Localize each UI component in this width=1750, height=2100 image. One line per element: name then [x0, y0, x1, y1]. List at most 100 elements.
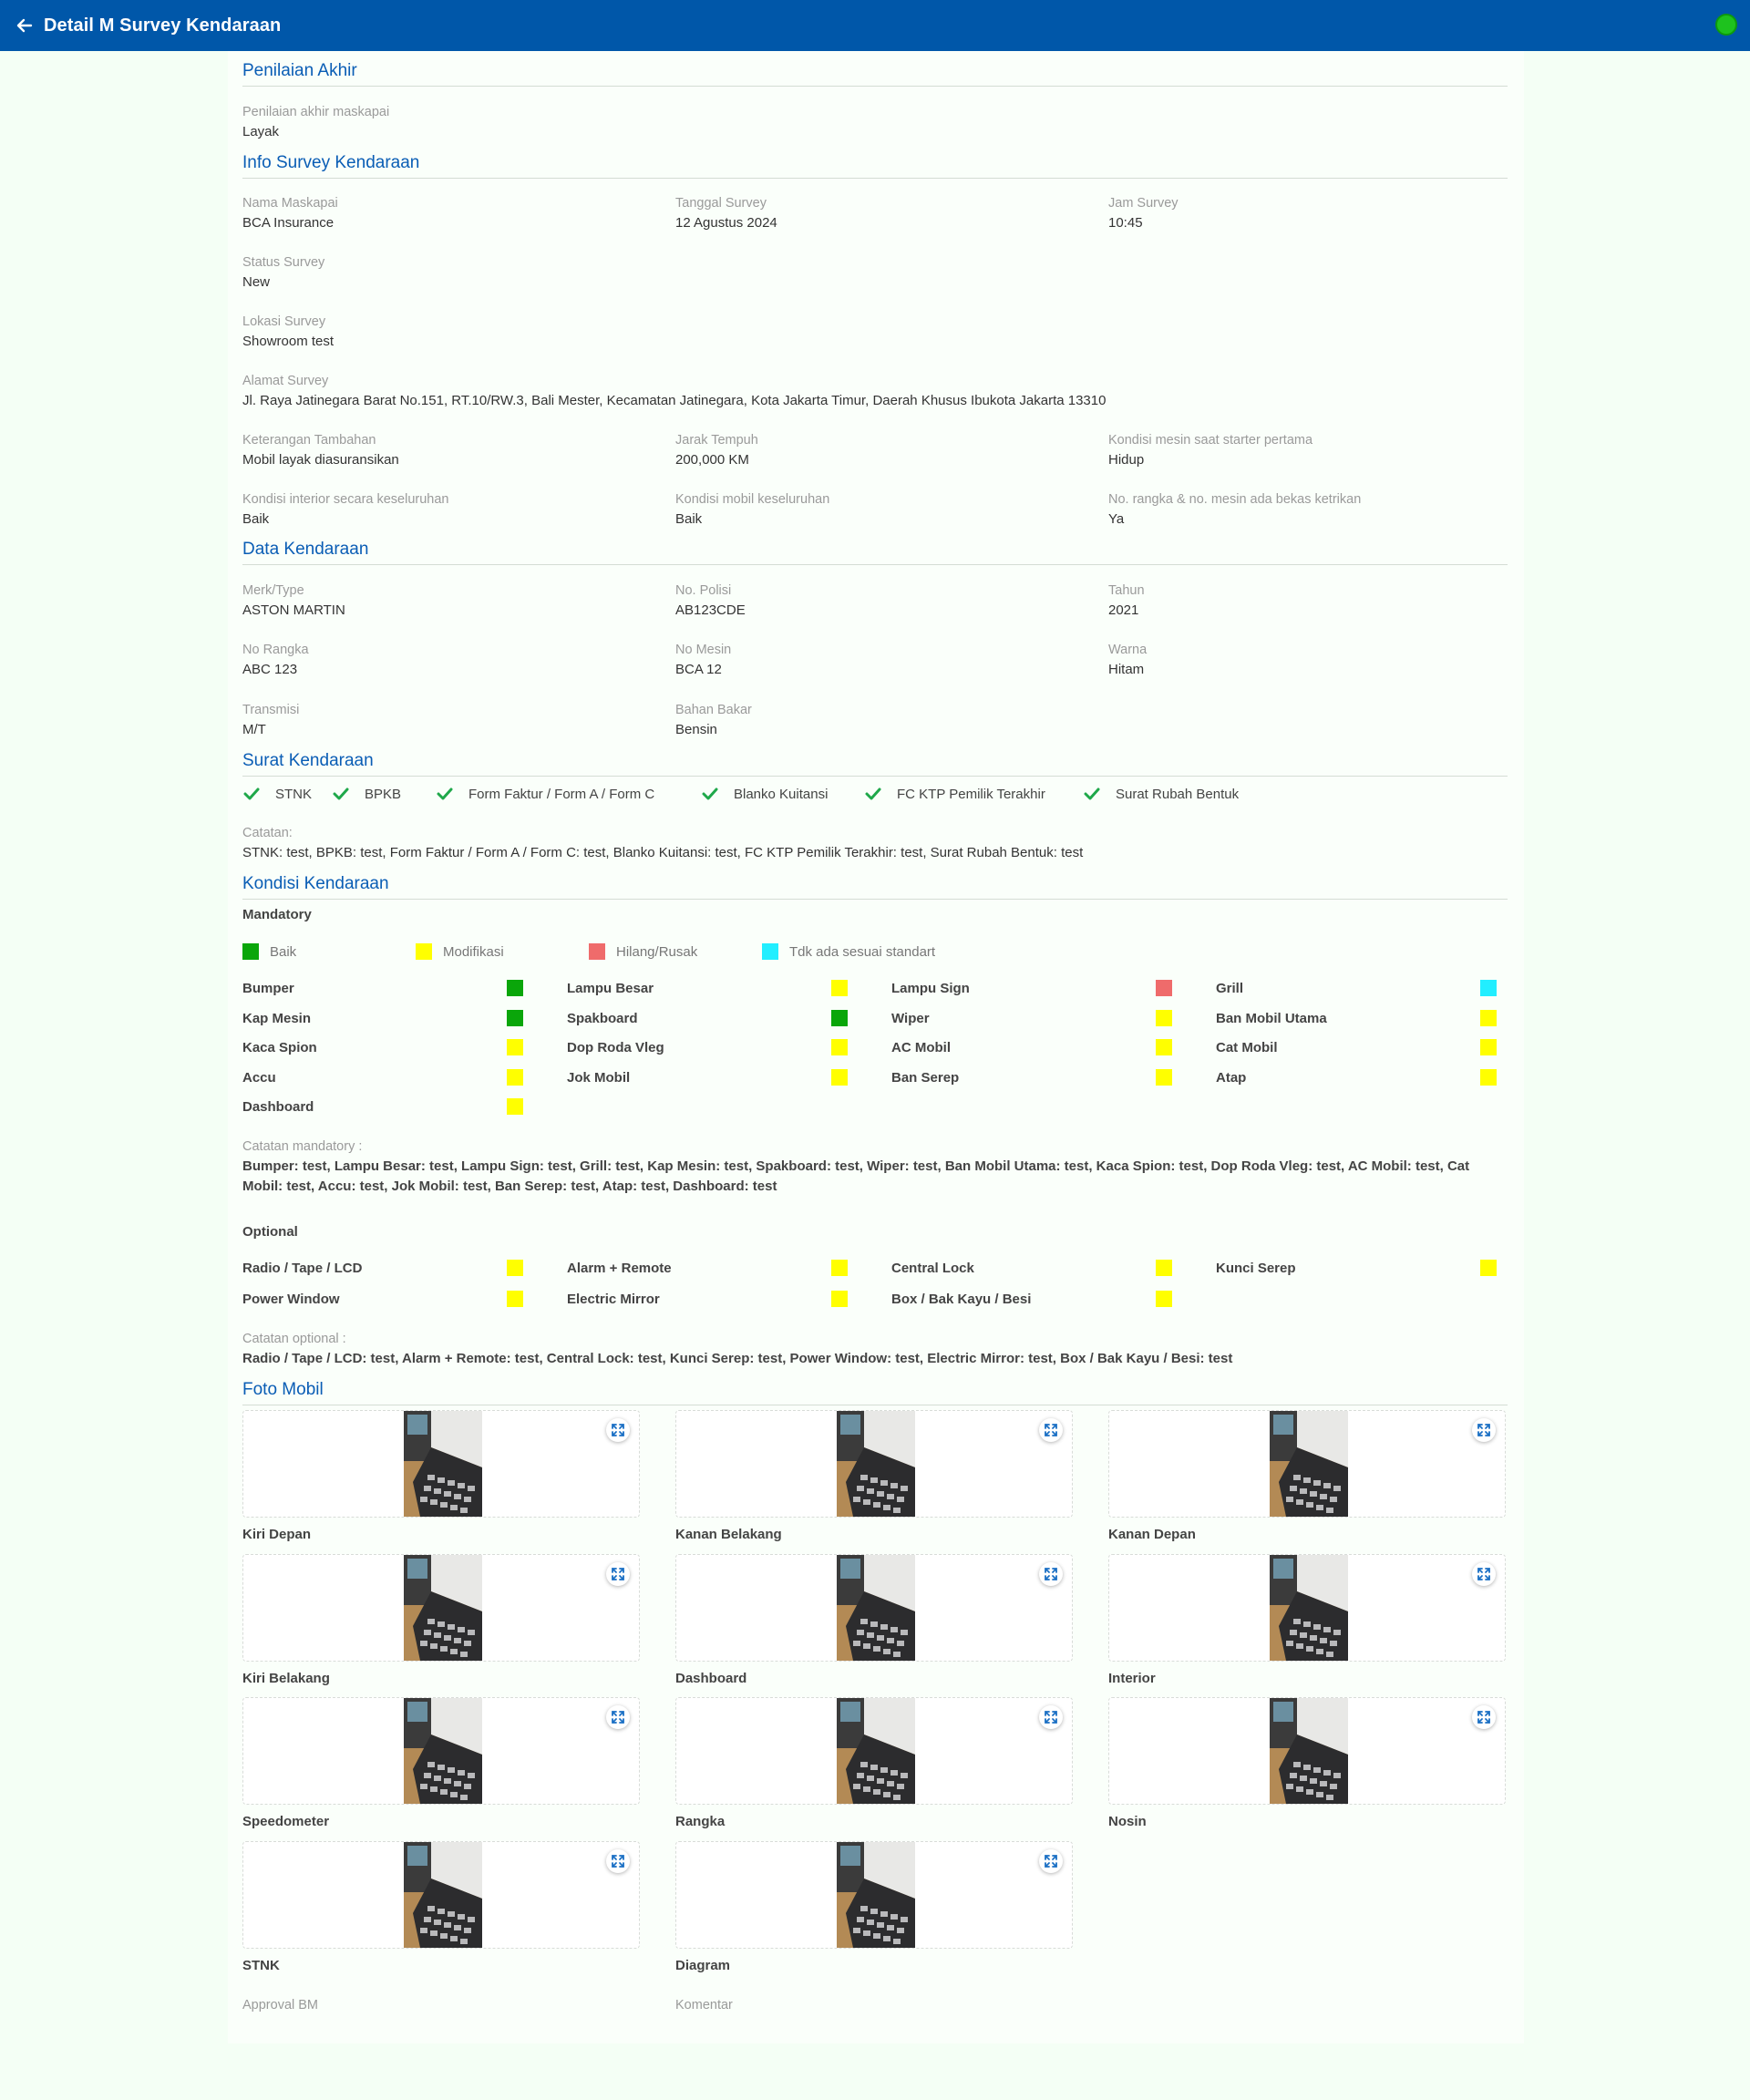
photo-caption: Kanan Belakang: [675, 1527, 782, 1542]
condition-status-swatch: [831, 1291, 848, 1307]
mandatory-label: Mandatory: [242, 907, 312, 922]
status-indicator: [1715, 14, 1737, 36]
condition-label: Electric Mirror: [567, 1292, 660, 1307]
section-title-data-kendaraan: Data Kendaraan: [242, 540, 1508, 565]
field-value: Baik: [242, 511, 270, 527]
condition-status-swatch: [1156, 1260, 1172, 1276]
condition-label: Dashboard: [242, 1099, 314, 1115]
condition-label: Atap: [1216, 1069, 1247, 1086]
condition-status-swatch: [507, 1260, 523, 1276]
check-icon: [436, 785, 454, 803]
condition-label: Kaca Spion: [242, 1040, 317, 1055]
condition-status-swatch: [831, 1039, 848, 1055]
document-label: STNK: [275, 786, 313, 802]
condition-status-swatch: [1480, 1039, 1497, 1055]
page-title: Detail M Survey Kendaraan: [44, 15, 282, 36]
document-item: FC KTP Pemilik Terakhir: [864, 785, 1045, 803]
optional-label: Optional: [242, 1224, 298, 1240]
condition-label: Alarm + Remote: [567, 1261, 672, 1276]
photo-card[interactable]: [1108, 1697, 1506, 1805]
photo-thumbnail[interactable]: [404, 1411, 482, 1517]
expand-icon[interactable]: [606, 1848, 630, 1873]
photo-thumbnail[interactable]: [404, 1841, 482, 1948]
document-label: BPKB: [365, 786, 402, 802]
document-item: BPKB: [332, 785, 401, 803]
field-value: Ya: [1108, 511, 1125, 527]
photo-card[interactable]: [242, 1553, 640, 1662]
condition-status-swatch: [831, 980, 848, 996]
condition-status-swatch: [507, 980, 523, 996]
expand-icon[interactable]: [1039, 1561, 1063, 1586]
field-value: -: [242, 2017, 247, 2024]
field-value: Showroom test: [242, 334, 335, 349]
photo-thumbnail[interactable]: [837, 1698, 915, 1804]
condition-status-swatch: [507, 1291, 523, 1307]
expand-icon[interactable]: [1472, 1418, 1496, 1442]
field-value: Hitam: [1108, 662, 1145, 677]
photo-thumbnail[interactable]: [404, 1698, 482, 1804]
expand-icon[interactable]: [606, 1705, 630, 1729]
field-label: Bahan Bakar: [675, 703, 752, 717]
field-label: Nama Maskapai: [242, 196, 338, 211]
detail-panel: Penilaian Akhir Penilaian akhir maskapai…: [228, 51, 1524, 2043]
arrow-left-icon[interactable]: [15, 15, 35, 36]
photo-card[interactable]: [1108, 1553, 1506, 1662]
expand-icon[interactable]: [606, 1418, 630, 1442]
photo-thumbnail[interactable]: [837, 1411, 915, 1517]
photo-card[interactable]: [675, 1697, 1073, 1805]
legend-swatch: [762, 943, 778, 960]
condition-status-swatch: [507, 1098, 523, 1115]
photo-caption: STNK: [242, 1957, 280, 1973]
field-label: Status Survey: [242, 255, 325, 270]
photo-thumbnail[interactable]: [1270, 1698, 1348, 1804]
condition-label: Grill: [1216, 981, 1244, 996]
legend-swatch: [416, 943, 432, 960]
field-value: ASTON MARTIN: [242, 602, 345, 618]
condition-status-swatch: [1480, 980, 1497, 996]
expand-icon[interactable]: [1472, 1561, 1496, 1586]
photo-card[interactable]: [675, 1410, 1073, 1518]
condition-status-swatch: [507, 1009, 523, 1026]
condition-status-swatch: [507, 1039, 523, 1055]
expand-icon[interactable]: [1039, 1848, 1063, 1873]
expand-icon[interactable]: [1472, 1705, 1496, 1729]
field-value: Mobil layak diasuransikan: [242, 452, 399, 468]
photo-card[interactable]: [242, 1410, 640, 1518]
photo-caption: Speedometer: [242, 1814, 330, 1829]
expand-icon[interactable]: [606, 1561, 630, 1586]
field-label: Alamat Survey: [242, 374, 329, 388]
field-value: BCA Insurance: [242, 215, 335, 231]
photo-thumbnail[interactable]: [1270, 1411, 1348, 1517]
condition-label: Power Window: [242, 1292, 340, 1307]
condition-status-swatch: [1156, 1291, 1172, 1307]
photo-card[interactable]: [1108, 1410, 1506, 1518]
document-item: STNK: [242, 785, 312, 803]
photo-card[interactable]: [242, 1840, 640, 1949]
legend-label: Hilang/Rusak: [616, 943, 698, 960]
field-value: 2021: [1108, 602, 1139, 618]
check-icon: [1083, 785, 1101, 803]
condition-label: Accu: [242, 1069, 276, 1086]
field-label: Transmisi: [242, 703, 300, 717]
field-label: Tanggal Survey: [675, 196, 767, 211]
photo-card[interactable]: [242, 1697, 640, 1805]
expand-icon[interactable]: [1039, 1705, 1063, 1729]
field-label: Warna: [1108, 643, 1148, 657]
document-item: Blanko Kuitansi: [701, 785, 828, 803]
check-icon: [701, 785, 719, 803]
condition-label: Ban Mobil Utama: [1216, 1010, 1327, 1026]
condition-label: Dop Roda Vleg: [567, 1040, 664, 1055]
condition-label: Wiper: [891, 1010, 930, 1026]
condition-label: Kunci Serep: [1216, 1261, 1296, 1276]
photo-card[interactable]: [675, 1553, 1073, 1662]
expand-icon[interactable]: [1039, 1418, 1063, 1442]
condition-label: AC Mobil: [891, 1040, 951, 1055]
photo-card[interactable]: [675, 1840, 1073, 1949]
field-label: Kondisi mobil keseluruhan: [675, 492, 830, 507]
photo-thumbnail[interactable]: [1270, 1554, 1348, 1661]
document-item: Form Faktur / Form A / Form C: [436, 785, 654, 803]
photo-thumbnail[interactable]: [837, 1554, 915, 1661]
field-label: Jam Survey: [1108, 196, 1179, 211]
photo-thumbnail[interactable]: [837, 1841, 915, 1948]
photo-thumbnail[interactable]: [404, 1554, 482, 1661]
